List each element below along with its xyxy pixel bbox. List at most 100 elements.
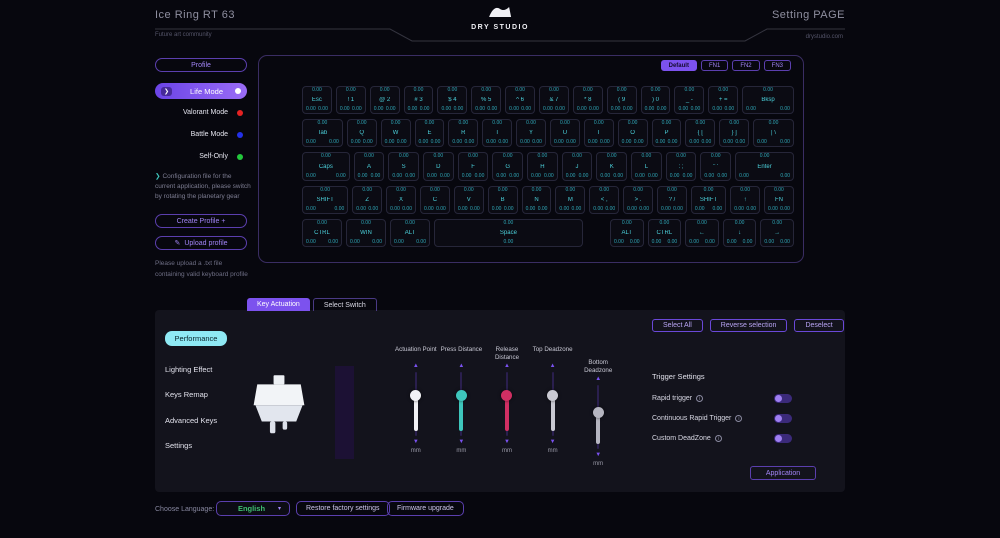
key-u[interactable]: 0.00 U 0.00 0.00 <box>549 119 580 148</box>
key-key[interactable]: 0.00: ; 0.00 0.00 <box>665 152 697 181</box>
profile-button[interactable]: Profile <box>155 58 247 72</box>
slider-up-button[interactable]: ▲ <box>455 362 467 370</box>
key-1[interactable]: 0.00! 1 0.00 0.00 <box>335 86 366 115</box>
key-enter[interactable]: 0.00 Enter 0.00 0.00 <box>735 152 795 181</box>
mode-item-self-only[interactable]: Self-Only <box>155 150 247 163</box>
key-3[interactable]: 0.00 # 3 0.00 0.00 <box>403 86 434 115</box>
language-select[interactable]: English ▾ <box>216 501 290 516</box>
nav-item-keys-remap[interactable]: Keys Remap <box>165 389 227 400</box>
key-4[interactable]: 0.00 $ 4 0.00 0.00 <box>437 86 468 115</box>
key-v[interactable]: 0.00 V 0.00 0.00 <box>453 185 484 214</box>
slider-track[interactable] <box>591 385 605 449</box>
slider-track[interactable] <box>409 372 423 436</box>
key-key[interactable]: 0.00 " ' 0.00 0.00 <box>700 152 732 181</box>
key-y[interactable]: 0.00 Y 0.00 0.00 <box>516 119 546 148</box>
key-a[interactable]: 0.00 A 0.00 0.00 <box>353 152 385 181</box>
key-win[interactable]: 0.00 WIN 0.00 0.00 <box>346 218 386 248</box>
key-key[interactable]: 0.00} ] 0.00 0.00 <box>719 119 750 148</box>
key-j[interactable]: 0.00 J 0.00 0.00 <box>561 152 593 181</box>
key-fn[interactable]: 0.00 FN 0.00 0.00 <box>764 185 794 214</box>
key-ctrl[interactable]: 0.00 CTRL 0.00 0.00 <box>647 218 682 248</box>
key-esc[interactable]: 0.00 Esc 0.00 0.00 <box>302 86 332 115</box>
mode-item-valorant-mode[interactable]: Valorant Mode <box>155 106 247 119</box>
nav-item-performance[interactable]: Performance <box>165 331 227 346</box>
slider-down-button[interactable]: ▼ <box>592 451 604 459</box>
key-b[interactable]: 0.00 B 0.00 0.00 <box>487 185 518 214</box>
application-button[interactable]: Application <box>750 466 816 480</box>
key-r[interactable]: 0.00 R 0.00 0.00 <box>448 119 479 148</box>
key-alt[interactable]: 0.00 ALT 0.00 0.00 <box>610 218 644 248</box>
layer-tab-fn1[interactable]: FN1 <box>700 60 729 71</box>
slider-down-button[interactable]: ▼ <box>547 438 559 446</box>
info-icon[interactable]: i <box>696 395 704 402</box>
key-shift[interactable]: 0.00 SHIFT 0.00 0.00 <box>690 185 727 214</box>
nav-item-advanced-keys[interactable]: Advanced Keys <box>165 415 227 426</box>
key-l[interactable]: 0.00 L 0.00 0.00 <box>631 152 662 181</box>
key-e[interactable]: 0.00 E 0.00 0.00 <box>414 119 445 148</box>
key-2[interactable]: 0.00 @ 2 0.00 0.00 <box>369 86 400 115</box>
key-0[interactable]: 0.00) 0 0.00 0.00 <box>640 86 671 115</box>
key-key[interactable]: 0.00 _ -0.00 0.00 <box>674 86 705 115</box>
slider-track[interactable] <box>454 372 468 436</box>
slider-knob[interactable] <box>501 390 513 402</box>
key-key[interactable]: 0.00 ← 0.00 0.00 <box>685 218 719 248</box>
key-key[interactable]: 0.00 → 0.00 0.00 <box>760 218 794 248</box>
toggle-custom-deadzone[interactable] <box>774 434 792 443</box>
slider-knob[interactable] <box>410 390 422 402</box>
key-d[interactable]: 0.00 D 0.00 0.00 <box>423 152 454 181</box>
key-key[interactable]: 0.00 + = 0.00 0.00 <box>708 86 739 115</box>
layer-tab-fn3[interactable]: FN3 <box>763 60 791 71</box>
tab-select-switch[interactable]: Select Switch <box>312 298 377 311</box>
nav-item-settings[interactable]: Settings <box>165 440 227 451</box>
select-all-button[interactable]: Select All <box>652 319 703 332</box>
slider-track[interactable] <box>500 372 514 436</box>
key-key[interactable]: 0.00 | \ 0.00 0.00 <box>753 119 794 148</box>
key-key[interactable]: 0.00{ [0.00 0.00 <box>685 119 716 148</box>
key-h[interactable]: 0.00 H 0.00 0.00 <box>527 152 558 181</box>
key-key[interactable]: 0.00 > . 0.00 0.00 <box>623 185 653 214</box>
key-t[interactable]: 0.00 T 0.00 0.00 <box>482 119 513 148</box>
key-key[interactable]: 0.00 ↓ 0.00 0.00 <box>722 218 757 248</box>
toggle-rapid-trigger[interactable] <box>774 394 792 403</box>
reverse-selection-button[interactable]: Reverse selection <box>709 319 788 332</box>
slider-track[interactable] <box>546 372 560 436</box>
slider-up-button[interactable]: ▲ <box>592 375 604 383</box>
slider-down-button[interactable]: ▼ <box>501 438 513 446</box>
key-space[interactable]: 0.00 Space 0.00 <box>434 218 583 248</box>
info-icon[interactable]: i <box>714 435 722 442</box>
upload-profile-button[interactable]: ✎ Upload profile <box>155 236 247 251</box>
info-icon[interactable]: i <box>735 415 743 422</box>
key-5[interactable]: 0.00% 5 0.00 0.00 <box>471 86 502 115</box>
key-tab[interactable]: 0.00 Tab 0.00 0.00 <box>302 119 343 148</box>
key-key[interactable]: 0.00 < , 0.00 0.00 <box>589 185 620 214</box>
key-k[interactable]: 0.00 K 0.00 0.00 <box>596 152 628 181</box>
key-f[interactable]: 0.00 F 0.00 0.00 <box>457 152 489 181</box>
key-8[interactable]: 0.00 * 8 0.00 0.00 <box>572 86 603 115</box>
key-caps[interactable]: 0.00 Caps 0.00 0.00 <box>302 152 350 181</box>
slider-knob[interactable] <box>455 390 467 402</box>
key-7[interactable]: 0.00 & 7 0.00 0.00 <box>539 86 569 115</box>
key-w[interactable]: 0.00 W 0.00 0.00 <box>380 119 411 148</box>
mode-item-battle-mode[interactable]: Battle Mode <box>155 128 247 141</box>
key-bksp[interactable]: 0.00 Bksp 0.00 0.00 <box>742 86 794 115</box>
mode-item-life-mode[interactable]: ❯ Life Mode <box>155 83 247 99</box>
key-p[interactable]: 0.00 P 0.00 0.00 <box>651 119 682 148</box>
slider-down-button[interactable]: ▼ <box>410 438 422 446</box>
key-m[interactable]: 0.00 M 0.00 0.00 <box>555 185 586 214</box>
slider-up-button[interactable]: ▲ <box>501 362 513 370</box>
key-c[interactable]: 0.00 C 0.00 0.00 <box>419 185 450 214</box>
key-s[interactable]: 0.00 S 0.00 0.00 <box>388 152 420 181</box>
key-g[interactable]: 0.00 G 0.00 0.00 <box>492 152 524 181</box>
key-ctrl[interactable]: 0.00 CTRL 0.00 0.00 <box>302 218 342 248</box>
slider-knob[interactable] <box>547 390 559 402</box>
key-shift[interactable]: 0.00 SHIFT 0.00 0.00 <box>302 185 349 214</box>
slider-up-button[interactable]: ▲ <box>410 362 422 370</box>
slider-down-button[interactable]: ▼ <box>455 438 467 446</box>
key-o[interactable]: 0.00 O 0.00 0.00 <box>617 119 648 148</box>
key-x[interactable]: 0.00 X 0.00 0.00 <box>386 185 416 214</box>
key-6[interactable]: 0.00 ^ 6 0.00 0.00 <box>505 86 536 115</box>
key-key[interactable]: 0.00? /0.00 0.00 <box>657 185 687 214</box>
nav-item-lighting-effect[interactable]: Lighting Effect <box>165 364 227 375</box>
deselect-button[interactable]: Deselect <box>794 319 844 332</box>
firmware-upgrade-button[interactable]: Firmware upgrade <box>387 501 464 516</box>
